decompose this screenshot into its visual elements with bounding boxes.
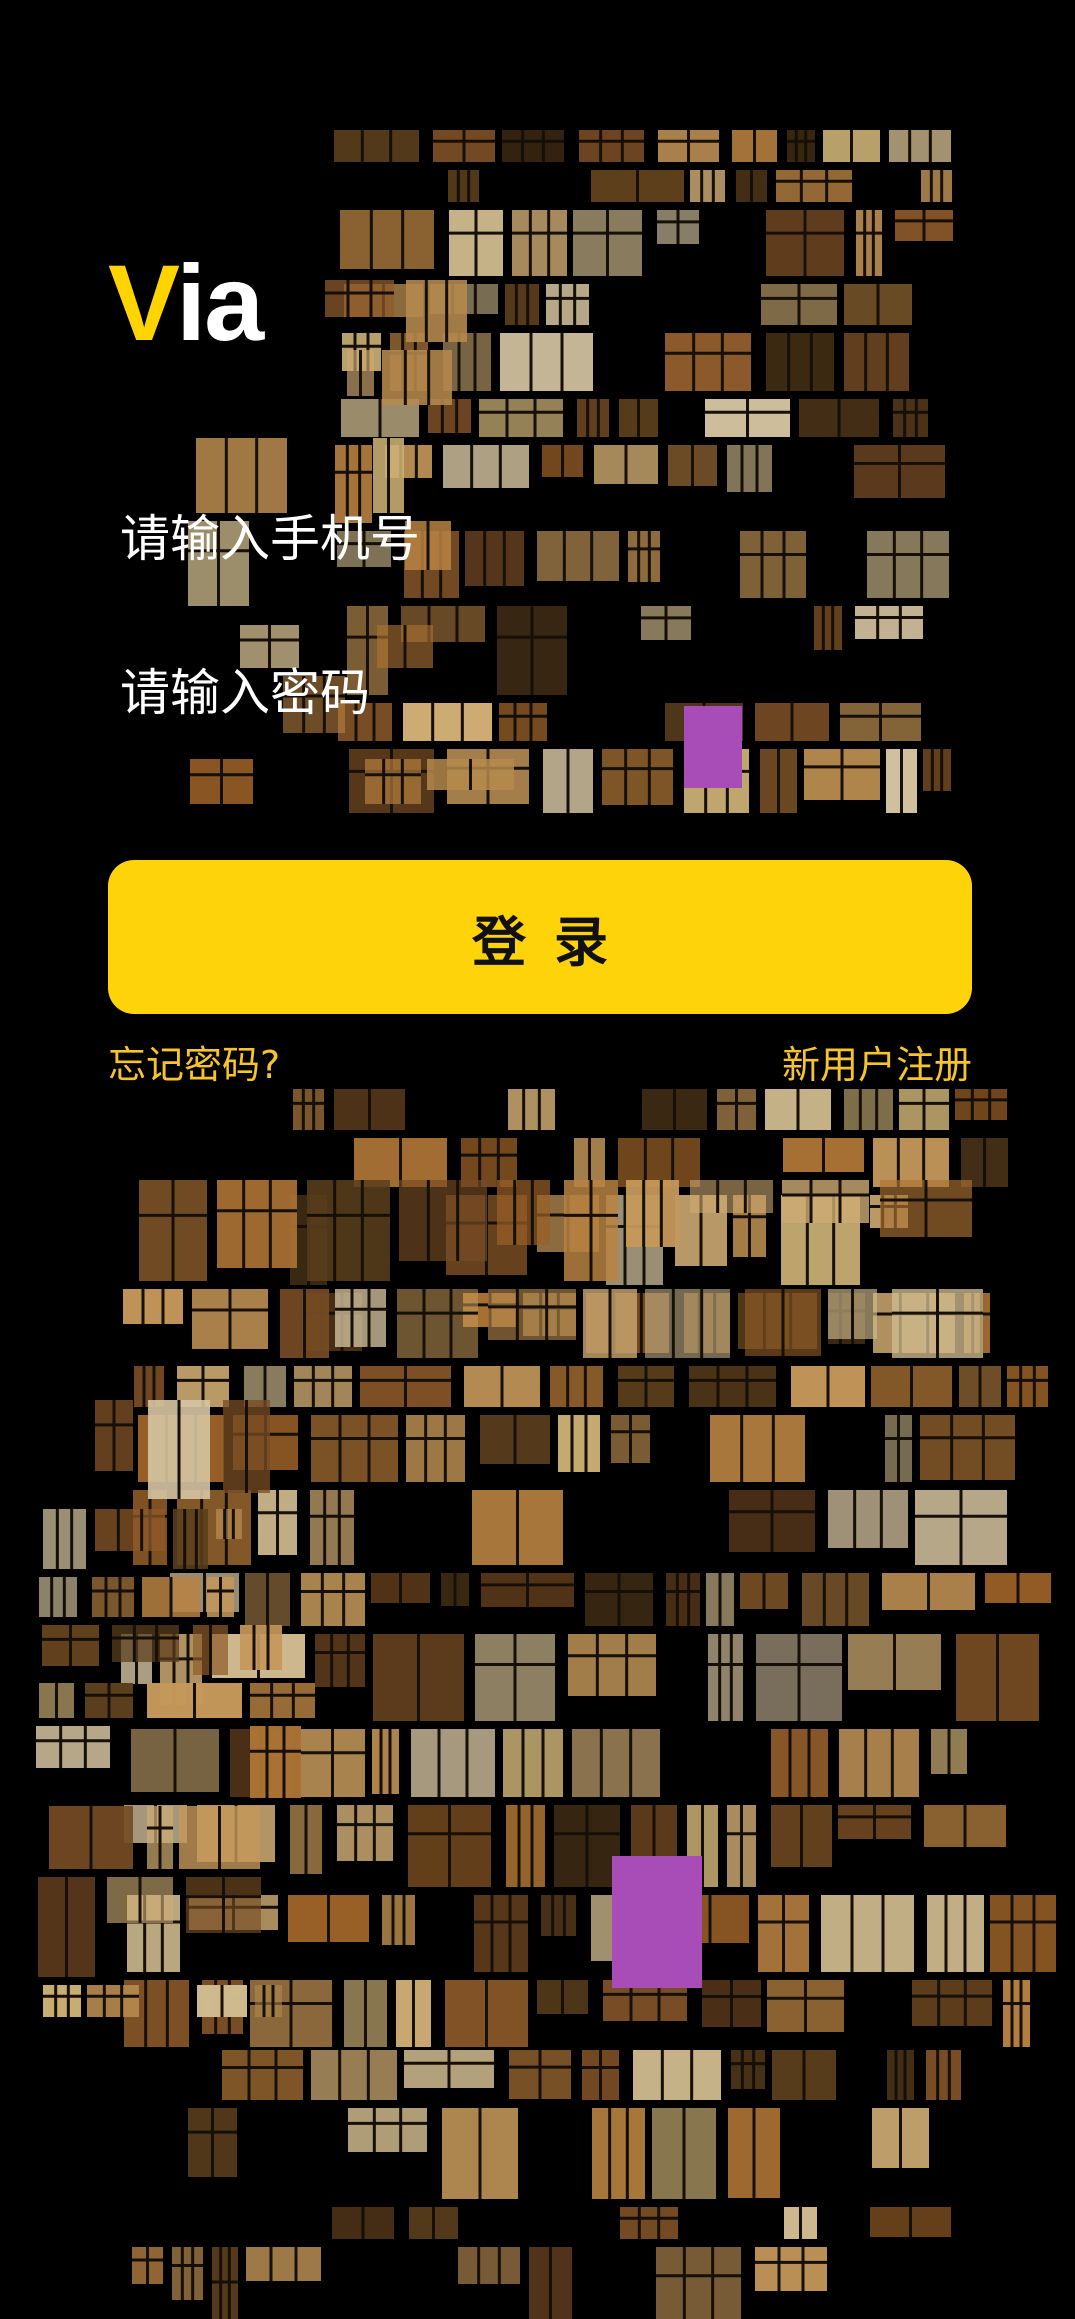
- forgot-password-link[interactable]: 忘记密码?: [108, 1040, 280, 1090]
- password-input[interactable]: [120, 648, 950, 738]
- register-link[interactable]: 新用户注册: [782, 1040, 972, 1090]
- logo-letters-ia: ia: [176, 242, 264, 363]
- logo-letter-v: V: [108, 242, 178, 363]
- login-button[interactable]: 登录: [108, 860, 972, 1014]
- phone-field[interactable]: [120, 494, 950, 584]
- app-logo: Via: [108, 248, 264, 358]
- password-field[interactable]: [120, 648, 950, 738]
- phone-input[interactable]: [120, 494, 950, 584]
